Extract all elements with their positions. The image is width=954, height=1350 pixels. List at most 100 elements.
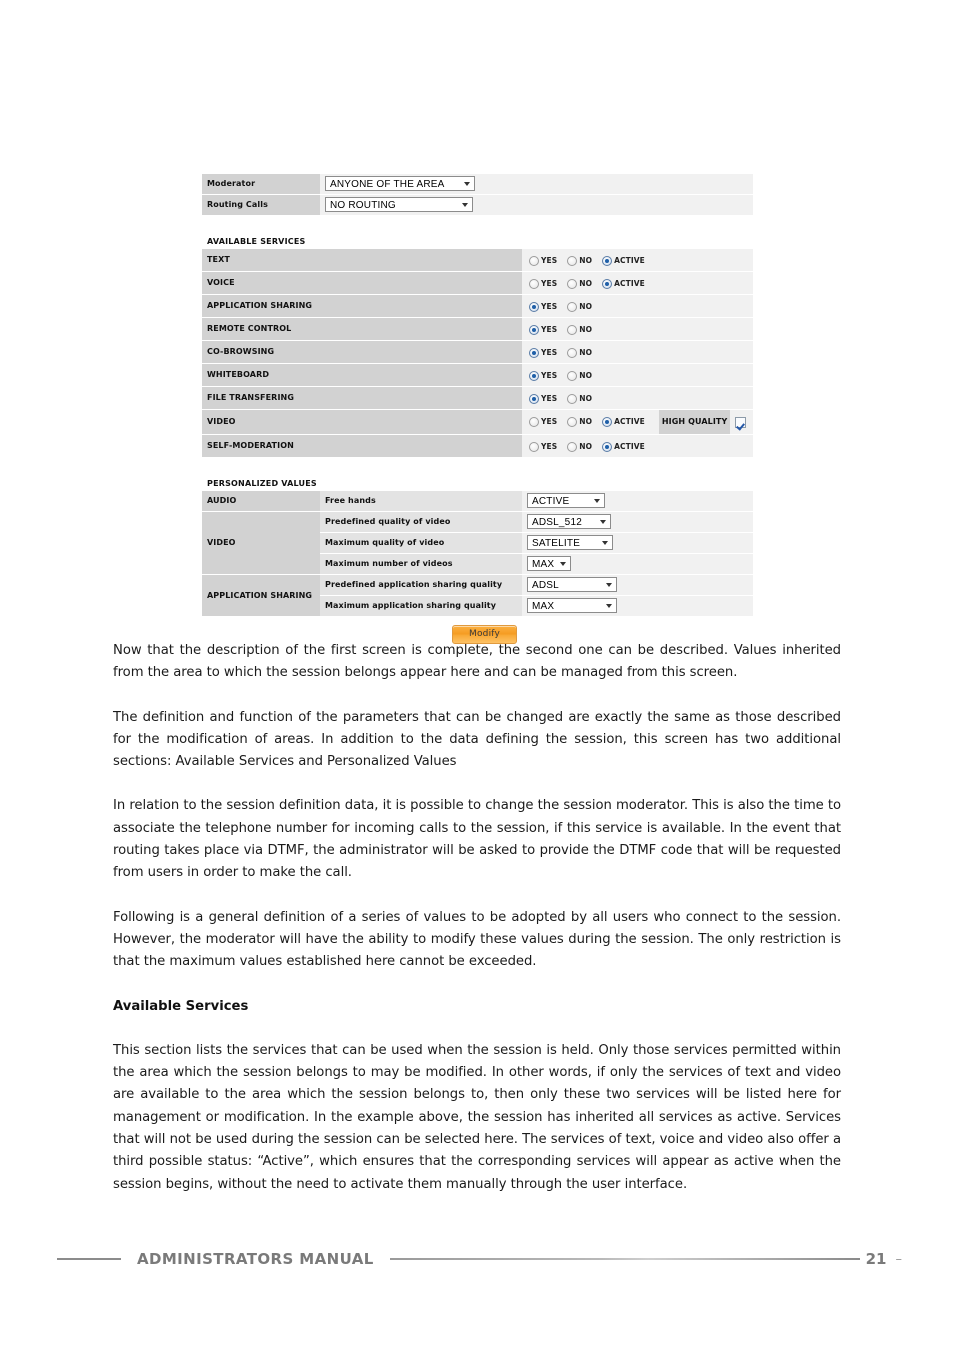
high-quality-checkbox[interactable] xyxy=(735,416,747,428)
radio-icon[interactable] xyxy=(529,417,539,427)
service-label: TEXT xyxy=(202,249,522,272)
radio-option-active[interactable]: ACTIVE xyxy=(602,251,649,271)
page-footer: ADMINISTRATORS MANUAL 21 – xyxy=(57,1247,902,1271)
radio-icon[interactable] xyxy=(567,302,578,312)
service-label: WHITEBOARD xyxy=(202,363,522,387)
radio-icon[interactable] xyxy=(529,302,539,312)
radio-option-yes[interactable]: YES xyxy=(529,274,561,294)
radio-option-label: YES xyxy=(541,394,558,403)
moderator-value-cell: ANYONE OF THE AREA xyxy=(320,174,753,195)
radio-icon[interactable] xyxy=(567,325,578,335)
radio-option-label: ACTIVE xyxy=(614,442,645,451)
service-options-cell: YES NO xyxy=(522,294,753,318)
radio-option-no[interactable]: NO xyxy=(567,251,596,271)
service-options-cell: YES NO xyxy=(522,386,753,410)
table-row: VIDEO Predefined quality of video ADSL_512 xyxy=(202,511,753,575)
personalized-row-name: Maximum number of videos xyxy=(320,553,522,575)
radio-icon[interactable] xyxy=(529,256,539,266)
table-row: FILE TRANSFERING YES NO xyxy=(202,386,753,410)
routing-calls-select[interactable]: NO ROUTING xyxy=(325,197,473,212)
paragraph-3: In relation to the session definition da… xyxy=(113,798,841,881)
radio-option-label: NO xyxy=(579,348,593,357)
radio-icon[interactable] xyxy=(567,371,578,381)
radio-option-no[interactable]: NO xyxy=(567,366,596,386)
paragraph-5: This section lists the services that can… xyxy=(113,1042,841,1192)
radio-option-no[interactable]: NO xyxy=(567,274,596,294)
personalized-select[interactable]: MAX xyxy=(527,598,617,613)
radio-option-no[interactable]: NO xyxy=(567,389,596,409)
personalized-select[interactable]: MAX xyxy=(527,556,571,571)
radio-option-yes[interactable]: YES xyxy=(529,297,561,317)
personalized-row-name: Predefined application sharing quality xyxy=(320,574,522,596)
radio-icon[interactable] xyxy=(602,442,613,452)
personalized-select-value: ACTIVE xyxy=(532,496,570,507)
radio-icon[interactable] xyxy=(529,371,539,381)
spacer-2 xyxy=(202,458,753,474)
table-row-routing-calls: Routing Calls NO ROUTING xyxy=(202,194,753,216)
radio-option-label: NO xyxy=(579,279,593,288)
chevron-down-icon xyxy=(600,519,606,524)
radio-option-yes[interactable]: YES xyxy=(529,437,561,457)
radio-icon[interactable] xyxy=(567,442,578,452)
high-quality-label: HIGH QUALITY xyxy=(658,410,731,434)
moderator-select[interactable]: ANYONE OF THE AREA xyxy=(325,176,475,191)
radio-icon[interactable] xyxy=(567,394,578,404)
radio-option-yes[interactable]: YES xyxy=(529,412,561,432)
radio-icon[interactable] xyxy=(567,417,578,427)
radio-option-yes[interactable]: YES xyxy=(529,343,561,363)
radio-option-no[interactable]: NO xyxy=(567,412,596,432)
personalized-row-name: Maximum quality of video xyxy=(320,532,522,554)
available-services-table: TEXT YES NO ACTIVE VOICE YES NO ACTIVE APPLICATI… xyxy=(202,249,753,458)
table-row: CO-BROWSING YES NO xyxy=(202,340,753,364)
personalized-select[interactable]: ACTIVE xyxy=(527,493,605,508)
radio-option-label: YES xyxy=(541,302,558,311)
radio-option-active[interactable]: ACTIVE xyxy=(602,412,649,432)
service-options-cell: YES NO ACTIVE xyxy=(522,249,753,272)
personalized-select-value: MAX xyxy=(532,559,555,570)
personalized-row-value-cell: SATELITE xyxy=(522,532,753,554)
personalized-select[interactable]: SATELITE xyxy=(527,535,613,550)
personalized-select-value: SATELITE xyxy=(532,538,581,549)
radio-icon[interactable] xyxy=(567,348,578,358)
moderator-select-value: ANYONE OF THE AREA xyxy=(330,179,445,190)
radio-option-label: ACTIVE xyxy=(614,256,645,265)
radio-option-yes[interactable]: YES xyxy=(529,320,561,340)
radio-icon[interactable] xyxy=(602,417,613,427)
radio-option-label: NO xyxy=(579,256,593,265)
radio-option-yes[interactable]: YES xyxy=(529,251,561,271)
radio-option-label: YES xyxy=(541,325,558,334)
radio-icon[interactable] xyxy=(529,442,539,452)
document-body: Now that the description of the first sc… xyxy=(113,640,841,1196)
chevron-down-icon xyxy=(462,202,468,207)
personalized-select[interactable]: ADSL_512 xyxy=(527,514,611,529)
service-label: CO-BROWSING xyxy=(202,340,522,364)
radio-option-label: YES xyxy=(541,348,558,357)
radio-option-no[interactable]: NO xyxy=(567,343,596,363)
radio-option-active[interactable]: ACTIVE xyxy=(602,274,649,294)
radio-option-no[interactable]: NO xyxy=(567,437,596,457)
radio-icon[interactable] xyxy=(529,348,539,358)
radio-option-label: YES xyxy=(541,417,558,426)
personalized-row-value-cell: MAX xyxy=(522,595,753,617)
radio-icon[interactable] xyxy=(529,394,539,404)
paragraph-1: Now that the description of the first sc… xyxy=(113,643,841,681)
footer-title: ADMINISTRATORS MANUAL xyxy=(137,1250,374,1268)
radio-icon[interactable] xyxy=(567,256,578,266)
radio-icon[interactable] xyxy=(602,256,613,266)
table-row: VIDEO YES NO ACTIVE HIGH QUALITY xyxy=(202,409,753,435)
personalized-group-label: APPLICATION SHARING xyxy=(202,574,320,617)
radio-option-no[interactable]: NO xyxy=(567,320,596,340)
chevron-down-icon xyxy=(594,498,600,503)
radio-icon[interactable] xyxy=(602,279,613,289)
chevron-down-icon xyxy=(606,582,612,587)
radio-icon[interactable] xyxy=(529,279,539,289)
radio-option-active[interactable]: ACTIVE xyxy=(602,437,649,457)
radio-option-yes[interactable]: YES xyxy=(529,389,561,409)
radio-icon[interactable] xyxy=(567,279,578,289)
radio-option-yes[interactable]: YES xyxy=(529,366,561,386)
table-row-moderator: Moderator ANYONE OF THE AREA xyxy=(202,174,753,195)
radio-icon[interactable] xyxy=(529,325,539,335)
personalized-select[interactable]: ADSL xyxy=(527,577,617,592)
paragraph-2: The definition and function of the param… xyxy=(113,709,841,770)
radio-option-no[interactable]: NO xyxy=(567,297,596,317)
